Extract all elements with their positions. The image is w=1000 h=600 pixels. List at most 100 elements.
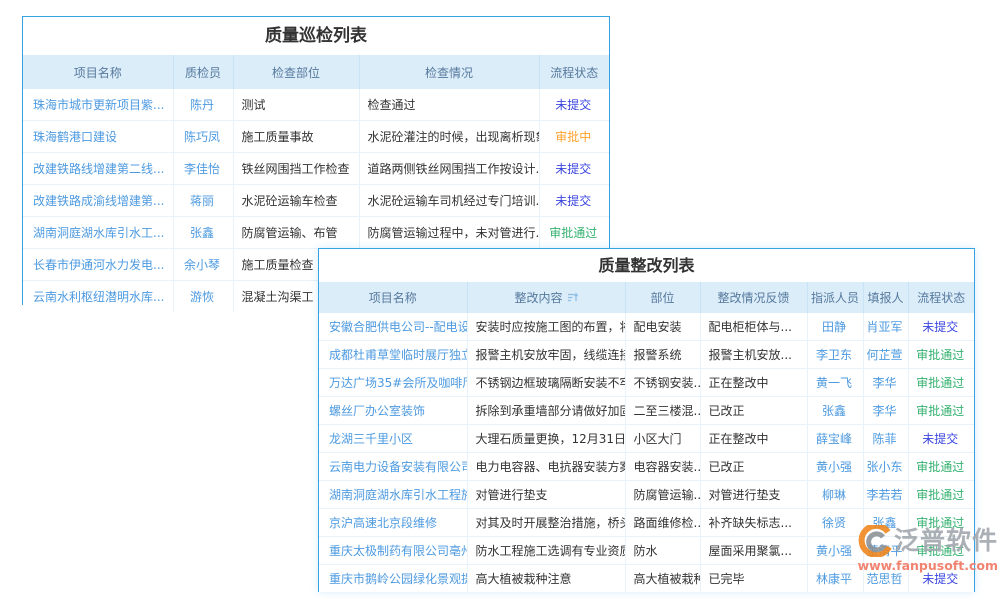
cell-project[interactable]: 湖南洞庭湖水库引水工... — [23, 217, 173, 249]
rectification-col-project: 项目名称 — [319, 282, 467, 313]
cell-situation: 检查通过 — [359, 89, 539, 121]
table-row: 安徽合肥供电公司--配电设备...安装时应按施工图的布置，将...配电安装配电柜… — [319, 313, 974, 341]
cell-situation: 道路两侧铁丝网围挡工作按设计... — [359, 153, 539, 185]
cell-assignee: 黄小强 — [807, 537, 863, 565]
cell-project[interactable]: 湖南洞庭湖水库引水工程施工I标 — [319, 481, 467, 509]
cell-inspector: 余小琴 — [173, 249, 233, 281]
cell-assignee: 张鑫 — [807, 397, 863, 425]
table-row: 云南电力设备安装有限公司20...电力电容器、电抗器安装方案,...电容器安装.… — [319, 453, 974, 481]
cell-reporter: 董清平 — [863, 537, 908, 565]
cell-status: 审批通过 — [908, 453, 974, 481]
inspection-col-project: 项目名称 — [23, 55, 173, 89]
table-row: 湖南洞庭湖水库引水工程施工I标对管进行垫支防腐管运输...对管进行垫支柳琳李若若… — [319, 481, 974, 509]
cell-part: 防腐管运输、布管 — [233, 217, 359, 249]
table-row: 重庆太极制药有限公司亳州中...防水工程施工选调有专业资质...防水屋面采用聚氯… — [319, 537, 974, 565]
cell-status: 审批通过 — [539, 217, 609, 249]
cell-assignee: 柳琳 — [807, 481, 863, 509]
cell-reporter: 范思哲 — [863, 565, 908, 593]
cell-status: 未提交 — [908, 313, 974, 341]
table-row: 珠海市城市更新项目紫...陈丹测试检查通过未提交 — [23, 89, 609, 121]
cell-inspector: 陈巧凤 — [173, 121, 233, 153]
cell-status: 未提交 — [539, 153, 609, 185]
table-row: 京沪高速北京段维修对其及时开展整治措施，桥头...路面维修检...补齐缺失标志.… — [319, 509, 974, 537]
cell-assignee: 田静 — [807, 313, 863, 341]
rectification-col-assignee: 指派人员 — [807, 282, 863, 313]
cell-project[interactable]: 龙湖三千里小区 — [319, 425, 467, 453]
cell-project[interactable]: 改建铁路成渝线增建第... — [23, 185, 173, 217]
cell-status: 审批中 — [539, 121, 609, 153]
inspection-col-part: 检查部位 — [233, 55, 359, 89]
cell-content: 不锈钢边框玻璃隔断安装不牢... — [467, 369, 625, 397]
cell-inspector: 蒋丽 — [173, 185, 233, 217]
cell-project[interactable]: 重庆市鹅岭公园绿化景观提升... — [319, 565, 467, 593]
table-row: 螺丝厂办公室装饰拆除到承重墙部分请做好加固...二至三楼混...已改正张鑫李华审… — [319, 397, 974, 425]
cell-reporter: 李华 — [863, 397, 908, 425]
page: { "colors": { "panel_border": "#35A3E2",… — [0, 0, 1000, 600]
cell-situation: 水泥砼运输车司机经过专门培训... — [359, 185, 539, 217]
cell-part: 防腐管运输... — [625, 481, 700, 509]
inspection-col-status: 流程状态 — [539, 55, 609, 89]
cell-content: 对管进行垫支 — [467, 481, 625, 509]
cell-reporter: 张小东 — [863, 453, 908, 481]
inspection-header-row: 项目名称 质检员 检查部位 检查情况 流程状态 — [23, 55, 609, 89]
cell-project[interactable]: 成都杜甫草堂临时展厅独立展... — [319, 341, 467, 369]
cell-part: 报警系统 — [625, 341, 700, 369]
rectification-table: 项目名称 整改内容 部位 整改情况反馈 指派人员 填报人 流程状态 安徽合肥供电… — [319, 282, 974, 592]
table-row: 改建铁路线增建第二线...李佳怡铁丝网围挡工作检查道路两侧铁丝网围挡工作按设计.… — [23, 153, 609, 185]
cell-reporter: 何芷萱 — [863, 341, 908, 369]
cell-part: 铁丝网围挡工作检查 — [233, 153, 359, 185]
cell-inspector: 李佳怡 — [173, 153, 233, 185]
cell-feedback: 报警主机安放... — [700, 341, 807, 369]
cell-assignee: 林康平 — [807, 565, 863, 593]
cell-status: 审批通过 — [908, 397, 974, 425]
cell-reporter: 张鑫 — [863, 509, 908, 537]
table-row: 重庆市鹅岭公园绿化景观提升...高大植被栽种注意高大植被栽种已完毕林康平范思哲未… — [319, 565, 974, 593]
cell-assignee: 黄小强 — [807, 453, 863, 481]
cell-situation: 防腐管运输过程中，未对管进行... — [359, 217, 539, 249]
sort-icon[interactable] — [567, 292, 578, 306]
cell-project[interactable]: 珠海鹤港口建设 — [23, 121, 173, 153]
table-row: 湖南洞庭湖水库引水工...张鑫防腐管运输、布管防腐管运输过程中，未对管进行...… — [23, 217, 609, 249]
cell-assignee: 薛宝峰 — [807, 425, 863, 453]
table-row: 成都杜甫草堂临时展厅独立展...报警主机安放牢固，线缆连接...报警系统报警主机… — [319, 341, 974, 369]
cell-project[interactable]: 重庆太极制药有限公司亳州中... — [319, 537, 467, 565]
table-row: 龙湖三千里小区大理石质量更换，12月31日之...小区大门正在整改中薛宝峰陈菲未… — [319, 425, 974, 453]
cell-status: 审批通过 — [908, 481, 974, 509]
cell-part: 电容器安装... — [625, 453, 700, 481]
cell-content: 高大植被栽种注意 — [467, 565, 625, 593]
rectification-col-content-label: 整改内容 — [514, 291, 562, 305]
cell-feedback: 正在整改中 — [700, 369, 807, 397]
cell-status: 审批通过 — [908, 341, 974, 369]
cell-project[interactable]: 京沪高速北京段维修 — [319, 509, 467, 537]
cell-feedback: 配电柜柜体与... — [700, 313, 807, 341]
inspection-col-situation: 检查情况 — [359, 55, 539, 89]
inspection-col-inspector: 质检员 — [173, 55, 233, 89]
cell-project[interactable]: 云南水利枢纽潜明水库... — [23, 281, 173, 313]
cell-status: 未提交 — [539, 185, 609, 217]
cell-status: 审批通过 — [908, 509, 974, 537]
cell-project[interactable]: 珠海市城市更新项目紫... — [23, 89, 173, 121]
cell-inspector: 陈丹 — [173, 89, 233, 121]
cell-part: 二至三楼混... — [625, 397, 700, 425]
cell-project[interactable]: 万达广场35#会所及咖啡厅空... — [319, 369, 467, 397]
cell-content: 防水工程施工选调有专业资质... — [467, 537, 625, 565]
table-row: 改建铁路成渝线增建第...蒋丽水泥砼运输车检查水泥砼运输车司机经过专门培训...… — [23, 185, 609, 217]
cell-content: 拆除到承重墙部分请做好加固... — [467, 397, 625, 425]
cell-project[interactable]: 改建铁路线增建第二线... — [23, 153, 173, 185]
cell-assignee: 李卫东 — [807, 341, 863, 369]
cell-part: 不锈钢安装... — [625, 369, 700, 397]
cell-project[interactable]: 螺丝厂办公室装饰 — [319, 397, 467, 425]
cell-feedback: 正在整改中 — [700, 425, 807, 453]
cell-project[interactable]: 安徽合肥供电公司--配电设备... — [319, 313, 467, 341]
cell-status: 未提交 — [908, 425, 974, 453]
rectification-panel: 质量整改列表 项目名称 整改内容 部位 整改情况反馈 指派人员 填报人 流程状态… — [318, 248, 975, 592]
table-row: 珠海鹤港口建设陈巧凤施工质量事故水泥砼灌注的时候，出现离析现象审批中 — [23, 121, 609, 153]
rectification-col-reporter: 填报人 — [863, 282, 908, 313]
cell-situation: 水泥砼灌注的时候，出现离析现象 — [359, 121, 539, 153]
cell-part: 防水 — [625, 537, 700, 565]
cell-project[interactable]: 云南电力设备安装有限公司20... — [319, 453, 467, 481]
cell-reporter: 陈菲 — [863, 425, 908, 453]
cell-project[interactable]: 长春市伊通河水力发电... — [23, 249, 173, 281]
cell-part: 路面维修检... — [625, 509, 700, 537]
rectification-col-content[interactable]: 整改内容 — [467, 282, 625, 313]
